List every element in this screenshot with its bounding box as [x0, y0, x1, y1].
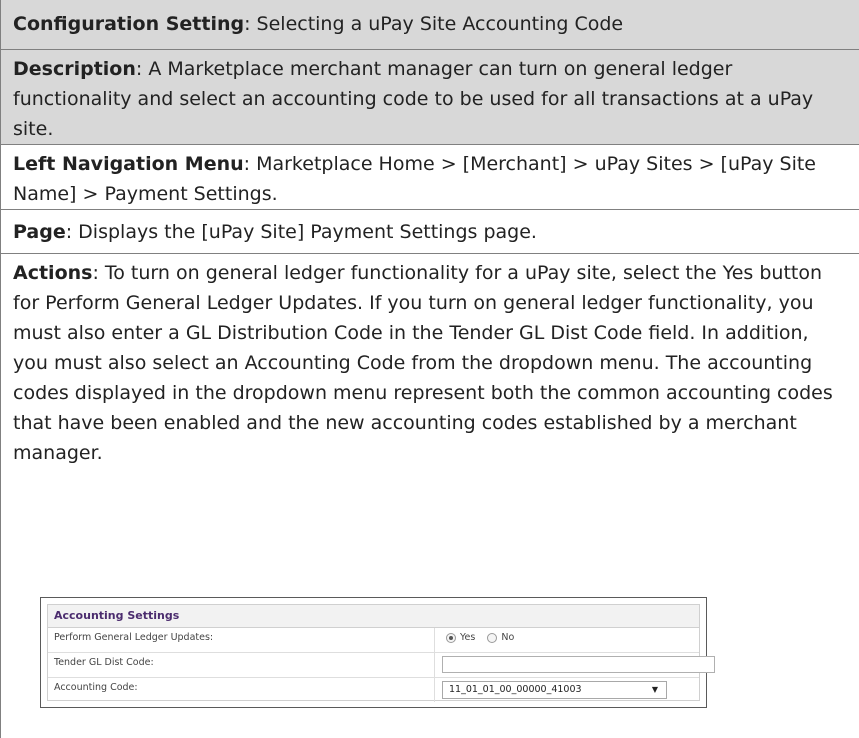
config-setting-row: Configuration Setting: Selecting a uPay … — [1, 0, 859, 50]
column-divider — [434, 628, 435, 652]
accounting-code-label: Accounting Code: — [54, 682, 138, 693]
no-radio-label: No — [501, 632, 515, 643]
page-row: Page: Displays the [uPay Site] Payment S… — [1, 210, 859, 254]
tender-gl-label: Tender GL Dist Code: — [54, 657, 154, 668]
config-setting-value: : Selecting a uPay Site Accounting Code — [244, 13, 624, 35]
actions-label: Actions — [13, 262, 93, 284]
chevron-down-icon: ▼ — [651, 685, 658, 694]
accounting-settings-title: Accounting Settings — [48, 605, 699, 628]
perform-gl-row: Perform General Ledger Updates: Yes No — [48, 628, 699, 653]
accounting-code-value: 11_01_01_00_00000_41003 — [449, 684, 582, 695]
page-value: : Displays the [uPay Site] Payment Setti… — [65, 221, 537, 243]
accounting-code-select[interactable]: 11_01_01_00_00000_41003 ▼ — [442, 681, 667, 699]
actions-value: : To turn on general ledger functionalit… — [13, 262, 833, 464]
perform-gl-options: Yes No — [446, 632, 522, 643]
description-label: Description — [13, 58, 136, 80]
column-divider — [434, 653, 435, 677]
perform-gl-label: Perform General Ledger Updates: — [54, 632, 214, 643]
no-radio[interactable] — [487, 632, 498, 643]
tender-gl-input[interactable] — [442, 656, 715, 673]
accounting-settings-panel: Accounting Settings Perform General Ledg… — [47, 604, 715, 702]
column-divider — [434, 678, 435, 702]
description-row: Description: A Marketplace merchant mana… — [1, 50, 859, 145]
accounting-code-row: Accounting Code: 11_01_01_00_00000_41003… — [48, 678, 699, 702]
page-label: Page — [13, 221, 66, 243]
tender-gl-row: Tender GL Dist Code: — [48, 653, 715, 678]
accounting-settings-screenshot: Accounting Settings Perform General Ledg… — [40, 597, 715, 708]
yes-radio-label: Yes — [460, 632, 476, 643]
left-nav-row: Left Navigation Menu: Marketplace Home >… — [1, 145, 859, 210]
yes-radio[interactable] — [446, 632, 456, 643]
left-nav-label: Left Navigation Menu — [13, 153, 244, 175]
config-setting-label: Configuration Setting — [13, 13, 245, 35]
